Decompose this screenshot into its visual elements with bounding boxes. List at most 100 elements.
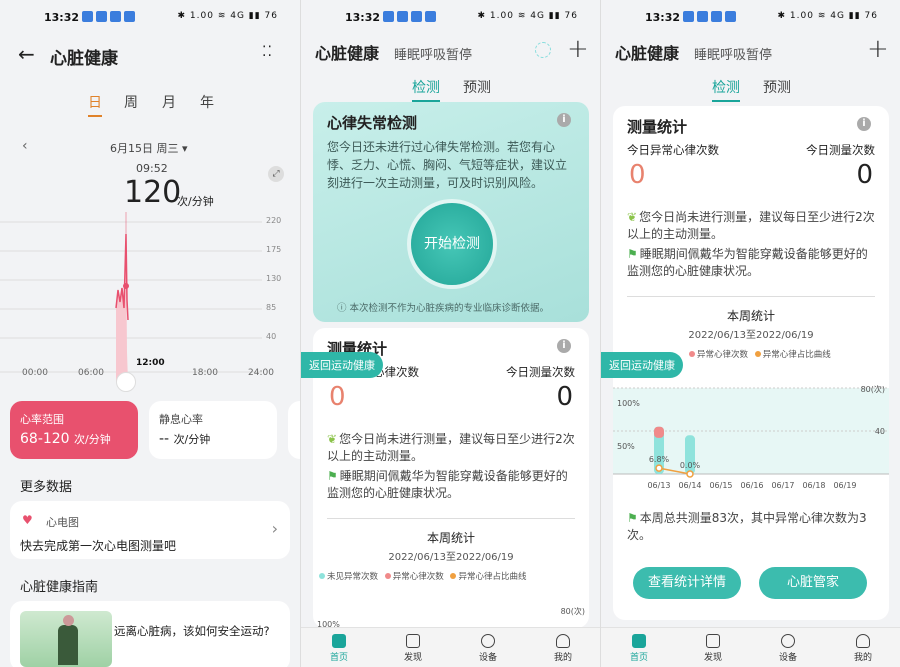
tab-predict[interactable]: 预测 — [763, 77, 791, 97]
stats-detail-button[interactable]: 查看统计详情 — [633, 567, 741, 599]
status-time: 13:32 — [44, 11, 80, 24]
arrhythmia-desc: 您今日还未进行过心律失常检测。若您有心悸、乏力、心慌、胸闷、气短等症状，建议立刻… — [327, 140, 568, 190]
next-card[interactable] — [288, 401, 300, 459]
divider — [327, 518, 575, 519]
tab-sleep-apnea[interactable]: 睡眠呼吸暂停 — [394, 44, 472, 63]
nav-home[interactable]: 首页 — [619, 634, 659, 663]
y-tick-label: 40 — [266, 332, 277, 341]
back-to-health-button[interactable]: 返回运动健康 — [601, 352, 683, 378]
rest-value: -- 次/分钟 — [159, 431, 211, 447]
range-card[interactable]: 心率范围 68-120 次/分钟 — [10, 401, 138, 459]
x-tick-label: 06/16 — [740, 481, 763, 490]
x-tick-label: 06/15 — [709, 481, 732, 490]
sync-icon[interactable] — [535, 42, 551, 58]
arrhythmia-card: 心律失常检测 i 您今日还未进行过心律失常检测。若您有心悸、乏力、心慌、胸闷、气… — [313, 102, 589, 322]
flag-icon: ⚑ — [627, 247, 638, 261]
nav-me[interactable]: 我的 — [843, 634, 883, 663]
period-tab-month[interactable]: 月 — [162, 92, 176, 112]
stats-screen: 13:32 ✱ 1.00 ≋ 4G ▮▮ 76 心脏健康 睡眠呼吸暂停 + 检测… — [600, 0, 900, 667]
page-title: 心脏健康 — [615, 44, 680, 63]
period-tab-day[interactable]: 日 — [88, 92, 102, 117]
bar-abnormal — [654, 426, 664, 438]
count-value: 0 — [856, 160, 873, 190]
tip-measure: ❦ 您今日尚未进行测量，建议每日至少进行2次以上的主动测量。 — [327, 432, 575, 463]
period-tab-year[interactable]: 年 — [200, 92, 214, 112]
abnormal-value: 0 — [629, 160, 646, 190]
rest-card[interactable]: 静息心率 -- 次/分钟 — [149, 401, 277, 459]
arrhythmia-title: 心律失常检测 — [327, 114, 418, 132]
guide-title: 心脏健康指南 — [20, 580, 99, 595]
nav-discover[interactable]: 发现 — [693, 634, 733, 663]
heart-manager-button[interactable]: 心脏管家 — [759, 567, 867, 599]
bottom-nav: 首页 发现 设备 我的 — [301, 627, 600, 667]
info-icon[interactable]: i — [557, 339, 571, 353]
chart-legend: 未见异常次数 异常心律次数 异常心律占比曲线 — [315, 570, 526, 582]
tab-detect[interactable]: 检测 — [412, 77, 440, 102]
home-icon — [632, 634, 646, 648]
guide-thumbnail — [20, 611, 112, 667]
week-summary: ⚑ 本周总共测量83次，其中异常心律次数为3次。 — [627, 511, 867, 542]
axis-left-max: 100% — [617, 399, 640, 408]
ratio-label: 0.0% — [680, 461, 701, 470]
x-tick-label: 06/13 — [647, 481, 670, 490]
date-label: 6月15日 周三 — [110, 142, 179, 155]
x-tick-label: 06/19 — [833, 481, 856, 490]
add-icon[interactable]: + — [567, 36, 589, 62]
chart-legend: 异常心律次数 异常心律占比曲线 — [685, 348, 831, 360]
guide-card[interactable]: 远离心脏病，该如何安全运动? — [10, 601, 290, 667]
leaf-icon: ❦ — [627, 210, 638, 224]
nav-me[interactable]: 我的 — [543, 634, 583, 663]
grid-icon — [406, 634, 420, 648]
add-icon[interactable]: + — [867, 36, 889, 62]
disclaimer: ⓘ 本次检测不作为心脏疾病的专业临床诊断依据。 — [337, 303, 550, 314]
y-tick-label: 130 — [266, 274, 282, 283]
abnormal-label: 今日异常心律次数 — [627, 143, 719, 157]
date-selector[interactable]: 6月15日 周三 ▾ — [110, 140, 188, 156]
chart-scrubber-handle[interactable] — [116, 372, 136, 392]
y-tick-label: 85 — [266, 303, 277, 312]
reading-time: 09:52 — [136, 162, 168, 175]
period-tab-week[interactable]: 周 — [124, 92, 138, 112]
status-bar: 13:32 ✱ 1.00 ≋ 4G ▮▮ 76 — [601, 8, 900, 28]
notification-icons — [383, 11, 436, 22]
back-to-health-button[interactable]: 返回运动健康 — [301, 352, 383, 378]
divider — [627, 296, 875, 297]
x-tick-label: 06/14 — [678, 481, 701, 490]
bottom-nav: 首页 发现 设备 我的 — [601, 627, 900, 667]
tab-detect[interactable]: 检测 — [712, 77, 740, 102]
info-icon[interactable]: i — [557, 113, 571, 127]
start-detect-button[interactable]: 开始检测 — [411, 203, 493, 285]
y-tick-label: 175 — [266, 245, 282, 254]
page-title: 心脏健康 — [315, 44, 380, 63]
notification-icons — [683, 11, 736, 22]
heart-rate-trace — [115, 233, 129, 382]
status-time: 13:32 — [345, 11, 381, 24]
y-tick-label: 220 — [266, 216, 282, 225]
ecg-card[interactable]: ♥ 心电图 快去完成第一次心电图测量吧 › — [10, 501, 290, 559]
week-range: 2022/06/13至2022/06/19 — [388, 552, 514, 563]
tip-sleep: ⚑ 睡眠期间佩戴华为智能穿戴设备能够更好的监测您的心脏健康状况。 — [327, 469, 568, 500]
tab-sleep-apnea[interactable]: 睡眠呼吸暂停 — [694, 44, 772, 63]
nav-home[interactable]: 首页 — [319, 634, 359, 663]
back-arrow-icon[interactable]: ← — [18, 42, 35, 66]
nav-devices[interactable]: 设备 — [468, 634, 508, 663]
week-title: 本周统计 — [426, 531, 475, 545]
flag-icon: ⚑ — [327, 469, 338, 483]
home-icon — [332, 634, 346, 648]
tab-predict[interactable]: 预测 — [463, 77, 491, 97]
more-menu-icon[interactable]: ⁚⁚ — [262, 44, 273, 60]
prev-date-icon[interactable]: ‹ — [22, 138, 28, 154]
info-icon[interactable]: i — [857, 117, 871, 131]
page-title: 心脏健康 — [50, 49, 118, 69]
axis-right-mid: 40 — [874, 427, 885, 436]
axis-right-max: 80(次) — [860, 385, 885, 394]
stats-title: 测量统计 — [627, 118, 688, 136]
x-tick-label: 06/18 — [802, 481, 825, 490]
notification-icons — [82, 11, 135, 22]
detection-screen: 13:32 ✱ 1.00 ≋ 4G ▮▮ 76 心脏健康 睡眠呼吸暂停 + 检测… — [300, 0, 600, 667]
expand-icon[interactable]: ⤢ — [268, 166, 284, 182]
week-title: 本周统计 — [726, 309, 775, 323]
nav-discover[interactable]: 发现 — [393, 634, 433, 663]
person-icon — [856, 634, 870, 648]
nav-devices[interactable]: 设备 — [768, 634, 808, 663]
